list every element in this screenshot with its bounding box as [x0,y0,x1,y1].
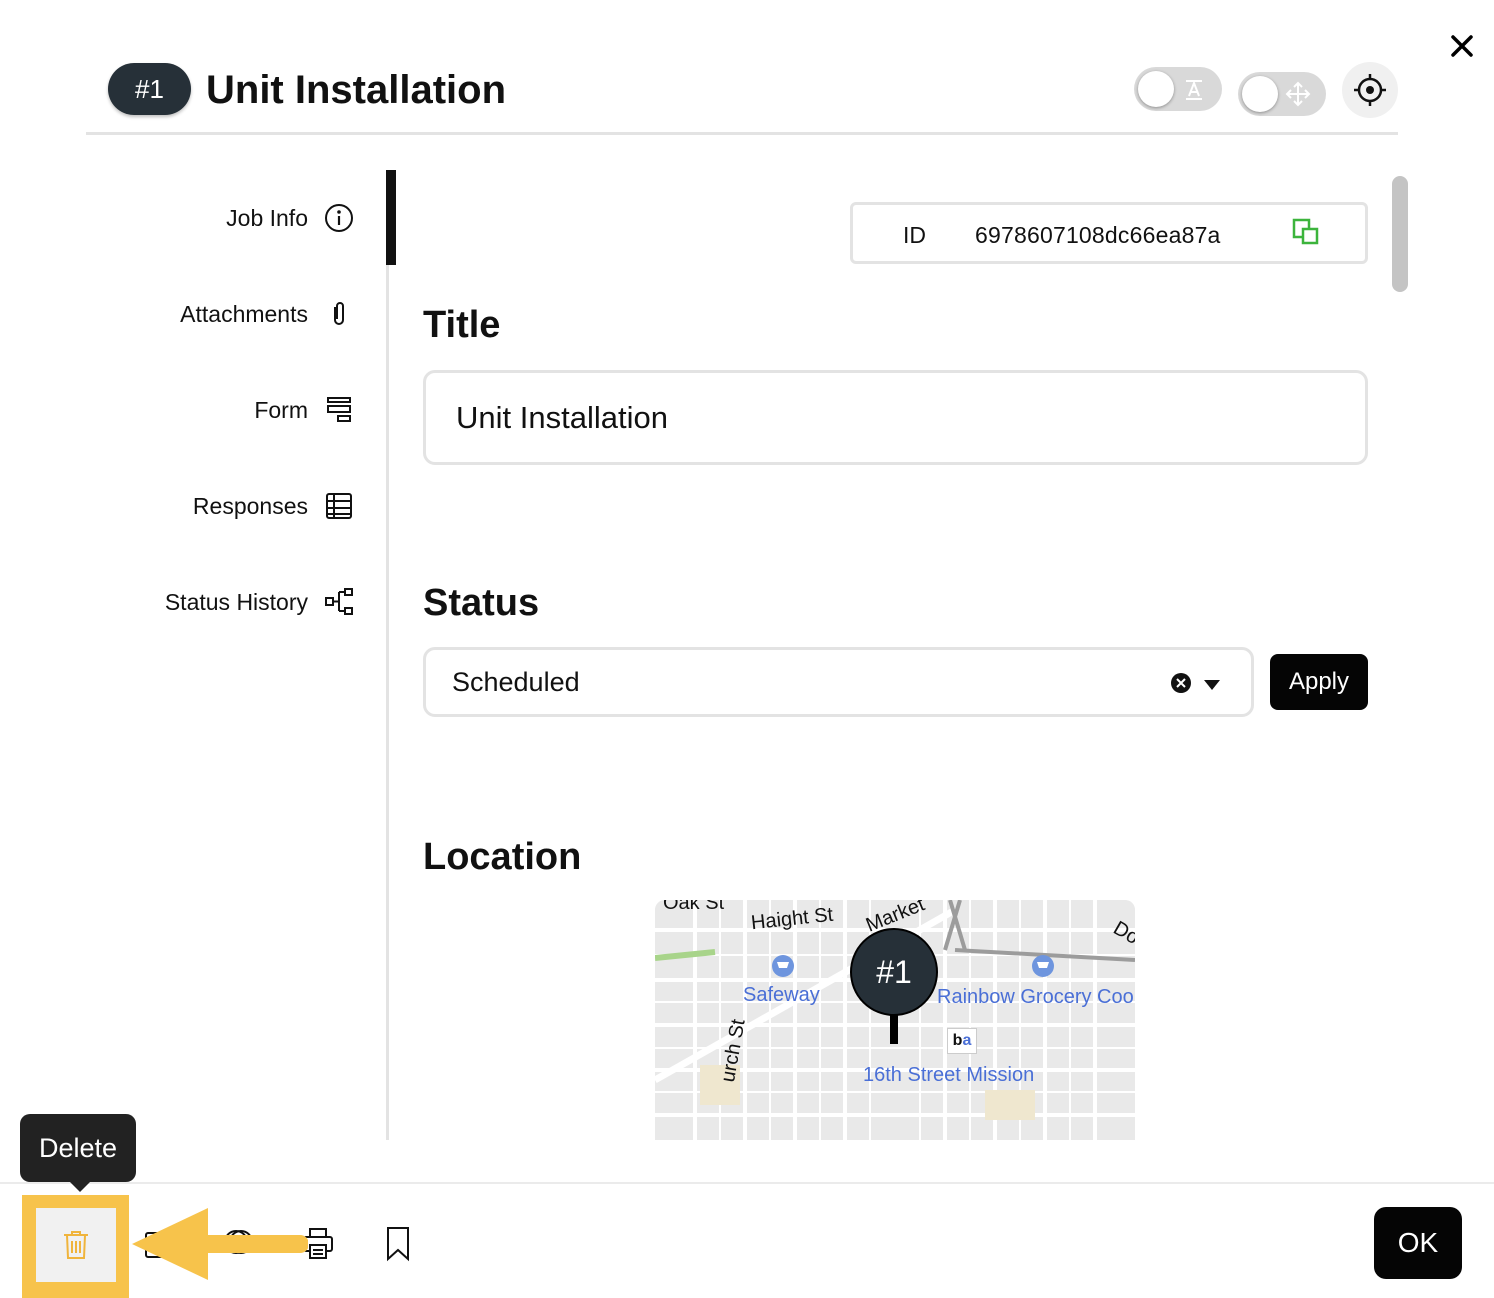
id-label: ID [903,222,926,248]
status-heading: Status [423,582,540,624]
page-title: Unit Installation [206,68,506,112]
text-icon [1186,80,1202,100]
header-divider [86,132,1398,135]
trash-icon [64,1231,88,1259]
move-icon [1285,81,1311,107]
delete-tooltip: Delete [20,1114,136,1182]
flowchart-icon [325,588,353,615]
close-icon [1451,35,1473,57]
locate-button[interactable] [1342,62,1398,118]
map-marker[interactable]: #1 [850,928,938,1016]
status-value: Scheduled [452,666,580,697]
status-select[interactable]: Scheduled [423,647,1254,717]
chevron-down-icon [1204,680,1220,690]
location-map[interactable]: Oak St Haight St Market Do urch St Safew… [655,900,1135,1140]
nav-item-attachments[interactable]: Attachments [180,294,354,334]
nav-rail [386,170,389,1140]
move-toggle[interactable] [1238,72,1326,116]
apply-button[interactable]: Apply [1270,654,1368,710]
form-icon [327,397,351,422]
tooltip-tail [68,1180,92,1192]
shopping-cart-icon [772,955,794,977]
bookmark-icon [387,1227,409,1262]
scrollbar-thumb[interactable] [1392,176,1408,292]
transit-icon: ba [947,1028,977,1054]
nav-item-responses[interactable]: Responses [193,486,354,526]
ok-button[interactable]: OK [1374,1207,1462,1279]
nav-item-status-history[interactable]: Status History [165,582,354,622]
text-toggle[interactable] [1134,67,1222,111]
shopping-cart-icon [1032,955,1054,977]
table-icon [326,493,352,519]
nav-item-job-info[interactable]: Job Info [226,198,354,238]
nav-active-indicator [386,170,396,265]
delete-button[interactable] [36,1208,116,1282]
arrow-annotation [132,1208,308,1280]
copy-icon[interactable] [1291,217,1323,249]
title-heading: Title [423,304,501,346]
crosshair-icon [1354,74,1386,106]
footer-divider [0,1182,1494,1184]
id-value: 6978607108dc66ea87a [975,222,1221,248]
info-icon [325,204,353,232]
map-place-label: Rainbow Grocery Coo [937,986,1134,1008]
job-id-box: ID 6978607108dc66ea87a [850,202,1368,264]
close-button[interactable] [1444,30,1480,62]
map-place-label: 16th Street Mission [863,1064,1035,1086]
location-heading: Location [423,836,582,878]
clear-icon[interactable] [1170,672,1192,694]
bookmark-button[interactable] [378,1224,418,1264]
map-street-label: Oak St [663,900,725,914]
job-number-badge: #1 [108,63,191,115]
nav-item-form[interactable]: Form [254,390,354,430]
title-input[interactable] [423,370,1368,465]
paperclip-icon [334,302,344,325]
map-place-label: Safeway [743,984,820,1006]
